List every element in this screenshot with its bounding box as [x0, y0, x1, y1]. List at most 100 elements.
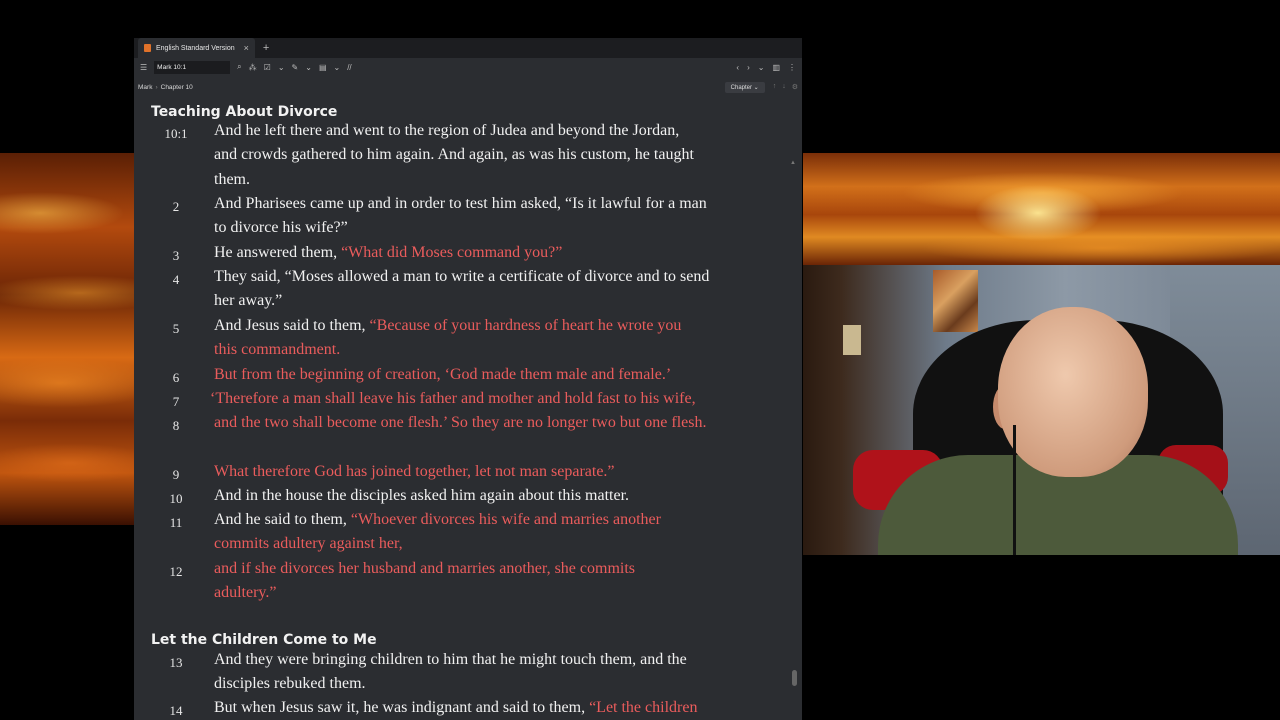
verse-line: to divorce his wife?” [214, 219, 348, 237]
breadcrumb-book[interactable]: Mark [138, 84, 152, 91]
verse-number[interactable]: 11 [161, 515, 191, 531]
close-icon[interactable]: × [244, 43, 249, 53]
verse-line: And in the house the disciples asked him… [214, 487, 629, 505]
verse-number[interactable]: 10:1 [161, 126, 191, 142]
verse-text: disciples rebuked them. [214, 675, 366, 693]
section-heading: Let the Children Come to Me [151, 632, 377, 648]
verse-text: But when Jesus saw it, he was indignant … [214, 699, 590, 716]
sunset-background-left [0, 153, 134, 525]
background-dark [803, 0, 1280, 153]
verse-number[interactable]: 10 [161, 491, 191, 507]
panel-icon[interactable]: ▥ [772, 63, 780, 72]
verse-text: And in the house the disciples asked him… [214, 487, 630, 504]
menu-icon[interactable]: ☰ [140, 63, 147, 72]
red-letter-text: this commandment. [214, 341, 341, 359]
bible-app-window: English Standard Version × + ☰ ⌕ ⁂ ☑ ⌄ ✎… [134, 38, 802, 720]
verse-line: And they were bringing children to him t… [214, 651, 687, 669]
section-heading: Teaching About Divorce [151, 104, 338, 120]
red-letter-text: and if she divorces her husband and marr… [214, 560, 636, 577]
verse-number[interactable]: 4 [161, 272, 191, 288]
red-letter-text: commits adultery against her, [214, 535, 403, 553]
red-letter-text: What therefore God has joined together, … [214, 463, 615, 480]
verse[interactable]: 12 and if she divorces her husband and m… [134, 560, 802, 609]
settings-icon[interactable]: ⚙ [792, 83, 798, 91]
webcam-earphone-cable [1013, 425, 1016, 555]
chevron-down-icon[interactable]: ⌄ [758, 63, 765, 72]
verse-number[interactable]: 5 [161, 321, 191, 337]
verse[interactable]: 2 And Pharisees came up and in order to … [134, 195, 802, 244]
verse[interactable]: 6 But from the beginning of creation, ‘Go… [134, 366, 802, 390]
people-icon[interactable]: ⁂ [249, 63, 257, 72]
verse-line: and if she divorces her husband and marr… [214, 560, 635, 578]
verse[interactable]: 10 And in the house the disciples asked h… [134, 487, 802, 511]
search-icon[interactable]: ⌕ [237, 62, 241, 72]
verse-line: But from the beginning of creation, ‘God… [214, 366, 671, 384]
verse-text: and crowds gathered to him again. And ag… [214, 146, 694, 164]
verse[interactable]: 3 He answered them, “What did Moses comma… [134, 244, 802, 268]
verse-number[interactable]: 6 [161, 370, 191, 386]
verse[interactable]: 7 ‘Therefore a man shall leave his father… [134, 390, 802, 414]
chapter-dropdown[interactable]: Chapter ⌄ [724, 81, 765, 93]
verse[interactable]: 14 But when Jesus saw it, he was indigna… [134, 699, 802, 720]
verse-text: He answered them, [214, 244, 342, 261]
verse-line: And Pharisees came up and in order to te… [214, 195, 707, 213]
verse-text: them. [214, 170, 250, 188]
verse-text: And Pharisees came up and in order to te… [214, 195, 707, 212]
red-letter-text: But from the beginning of creation, ‘God… [214, 366, 672, 383]
verse-text: And they were bringing children to him t… [214, 651, 687, 668]
verse-line: commits adultery against her, [214, 535, 403, 553]
verse-number[interactable]: 9 [161, 467, 191, 483]
parallel-icon[interactable]: // [347, 63, 351, 72]
verse-line: And Jesus said to them, “Because of your… [214, 317, 681, 335]
verse-line: this commandment. [214, 341, 340, 359]
chevron-down-icon[interactable]: ⌄ [305, 63, 312, 72]
verse[interactable]: 9 What therefore God has joined together,… [134, 463, 802, 487]
verse-number[interactable]: 14 [161, 703, 191, 719]
checkbox-icon[interactable]: ☑ [264, 63, 271, 72]
toolbar-right-group: ‹ › ⌄ ▥ ⋮ [736, 63, 796, 72]
verse-text: And Jesus said to them, [214, 317, 370, 334]
breadcrumb-separator: › [155, 83, 158, 91]
back-icon[interactable]: ‹ [736, 63, 739, 72]
breadcrumb-chapter[interactable]: Chapter 10 [161, 84, 193, 91]
verse-line: What therefore God has joined together, … [214, 463, 615, 481]
red-letter-text: “Because of your hardness of heart he wr… [369, 317, 682, 334]
verse-number[interactable]: 3 [161, 248, 191, 264]
verse[interactable]: 11 And he said to them, “Whoever divorce… [134, 511, 802, 560]
tab-title: English Standard Version [156, 44, 235, 52]
verse[interactable]: 10:1 And he left there and went to the r… [134, 122, 802, 195]
forward-icon[interactable]: › [747, 63, 750, 72]
verse-number[interactable]: 2 [161, 199, 191, 215]
toolbar: ☰ ⌕ ⁂ ☑ ⌄ ✎ ⌄ ▤ ⌄ // ‹ › ⌄ ▥ ⋮ [134, 58, 802, 76]
verse[interactable]: 8 and the two shall become one flesh.’ S… [134, 414, 802, 438]
verse[interactable]: 13 And they were bringing children to hi… [134, 651, 802, 700]
arrow-up-icon[interactable]: ↑ [773, 83, 777, 91]
add-tab-icon[interactable]: + [263, 42, 269, 54]
verse-number[interactable]: 7 [161, 394, 191, 410]
verse-number[interactable]: 8 [161, 418, 191, 434]
chevron-down-icon[interactable]: ⌄ [278, 63, 285, 72]
verse-number[interactable]: 12 [161, 564, 191, 580]
verse[interactable]: 4 They said, “Moses allowed a man to writ… [134, 268, 802, 317]
webcam-shelf [843, 325, 861, 355]
reference-input[interactable] [154, 60, 231, 74]
chevron-down-icon[interactable]: ⌄ [334, 63, 341, 72]
scrollbar[interactable] [792, 670, 797, 686]
verse-line: They said, “Moses allowed a man to write… [214, 268, 709, 286]
tab-bar: English Standard Version × + [134, 38, 802, 58]
red-letter-text: ‘Therefore a man shall leave his father … [210, 390, 696, 407]
webcam-person-head [998, 307, 1148, 477]
red-letter-text: and the two shall become one flesh.’ So … [214, 414, 707, 431]
verse-line: and the two shall become one flesh.’ So … [214, 414, 706, 432]
nav-icons: ↑ ↓ ⚙ [773, 83, 798, 91]
verse[interactable]: 5 And Jesus said to them, “Because of yo… [134, 317, 802, 366]
arrow-down-icon[interactable]: ↓ [782, 83, 786, 91]
verse-line: But when Jesus saw it, he was indignant … [214, 699, 697, 717]
verse-line: adultery.” [214, 584, 276, 602]
verse-number[interactable]: 13 [161, 655, 191, 671]
layout-icon[interactable]: ▤ [319, 63, 327, 72]
tab-english-standard-version[interactable]: English Standard Version × [138, 38, 255, 58]
more-icon[interactable]: ⋮ [788, 63, 796, 72]
highlight-icon[interactable]: ✎ [292, 63, 299, 72]
bible-text-panel: ▲ Teaching About Divorce 10:1 And he lef… [134, 98, 802, 720]
